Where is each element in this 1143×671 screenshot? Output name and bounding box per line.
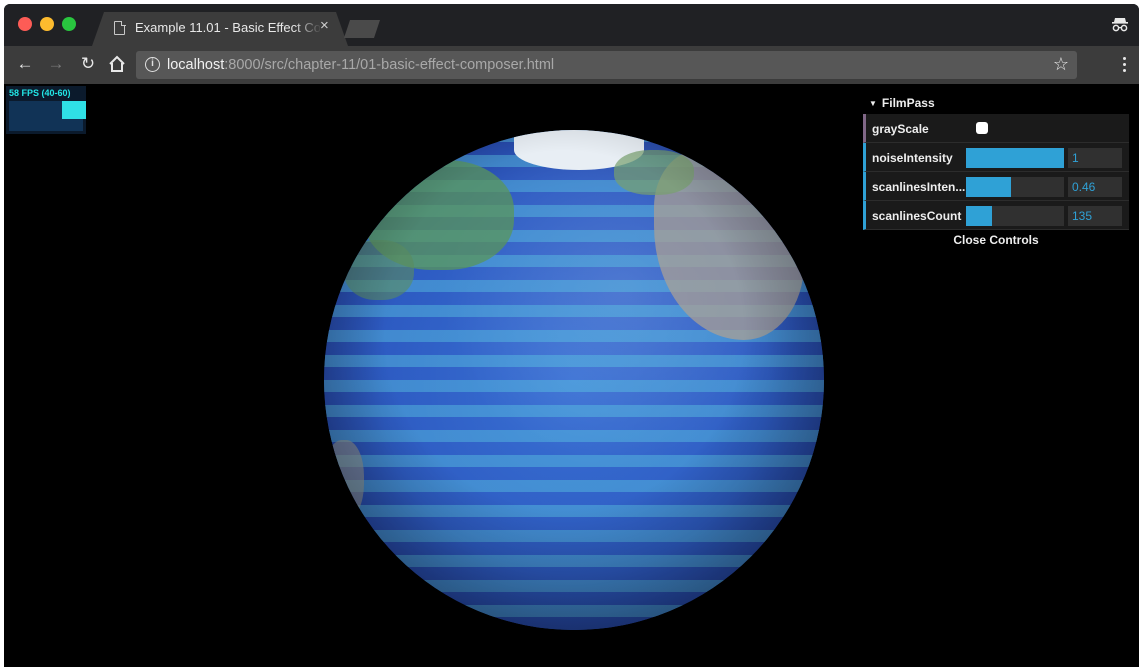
home-icon[interactable] <box>105 52 129 76</box>
back-arrow-icon[interactable]: ← <box>13 52 37 76</box>
close-controls-button[interactable]: Close Controls <box>863 230 1129 250</box>
slider-fill <box>966 177 1012 197</box>
info-icon[interactable]: i <box>145 57 160 72</box>
close-window-button[interactable] <box>18 17 32 31</box>
scanlines-intensity-input[interactable]: 0.46 <box>1068 177 1122 197</box>
url-host: localhost <box>167 57 225 73</box>
scanlines-intensity-slider[interactable] <box>966 177 1064 197</box>
menu-icon[interactable] <box>1123 57 1127 73</box>
folder-title-filmpass[interactable]: ▼ FilmPass <box>863 92 1129 114</box>
reload-icon[interactable]: ↻ <box>76 52 100 76</box>
control-noise-intensity: noiseIntensity 1 <box>863 143 1129 172</box>
tab-title[interactable]: Example 11.01 - Basic Effect Composer <box>135 20 320 35</box>
forward-arrow-icon[interactable]: → <box>44 52 68 76</box>
earth-globe <box>324 130 824 630</box>
tab-strip: Example 11.01 - Basic Effect Composer × <box>4 4 1139 46</box>
noise-intensity-input[interactable]: 1 <box>1068 148 1122 168</box>
noise-intensity-slider[interactable] <box>966 148 1064 168</box>
scanlines-count-input[interactable]: 135 <box>1068 206 1122 226</box>
minimize-window-button[interactable] <box>40 17 54 31</box>
control-grayscale: grayScale <box>863 114 1129 143</box>
slider-fill <box>966 206 993 226</box>
control-label: noiseIntensity <box>872 151 953 165</box>
fps-stats-panel[interactable]: 58 FPS (40-60) <box>6 86 86 134</box>
folder-title-label: FilmPass <box>881 96 935 110</box>
tab-title-fade <box>294 16 322 38</box>
webgl-canvas[interactable]: 58 FPS (40-60) ▼ FilmPass grayScale nois… <box>4 84 1139 667</box>
dat-gui-panel: ▼ FilmPass grayScale noiseIntensity 1 sca… <box>863 92 1129 250</box>
grayscale-checkbox[interactable] <box>976 122 988 134</box>
triangle-down-icon: ▼ <box>869 99 877 108</box>
url-text[interactable]: localhost:8000/src/chapter-11/01-basic-e… <box>167 57 554 73</box>
tab-close-icon[interactable]: × <box>320 18 329 34</box>
control-scanlines-intensity: scanlinesInten... 0.46 <box>863 172 1129 201</box>
control-label: scanlinesCount <box>872 209 962 223</box>
incognito-icon[interactable] <box>1111 15 1129 33</box>
slider-fill <box>966 148 1064 168</box>
scanlines-count-slider[interactable] <box>966 206 1064 226</box>
fps-label: 58 FPS (40-60) <box>9 88 71 98</box>
control-label: grayScale <box>872 122 929 136</box>
browser-toolbar: ← → ↻ i localhost:8000/src/chapter-11/01… <box>4 46 1139 84</box>
star-icon[interactable]: ☆ <box>1053 54 1069 75</box>
control-scanlines-count: scanlinesCount 135 <box>863 201 1129 230</box>
control-label: scanlinesInten... <box>872 180 966 194</box>
address-bar[interactable]: i localhost:8000/src/chapter-11/01-basic… <box>136 51 1077 79</box>
new-tab-button[interactable] <box>344 20 380 38</box>
browser-window: Example 11.01 - Basic Effect Composer × … <box>4 4 1139 667</box>
url-path: :8000/src/chapter-11/01-basic-effect-com… <box>224 57 555 73</box>
document-icon <box>114 20 126 35</box>
fps-graph-bar <box>62 101 86 119</box>
maximize-window-button[interactable] <box>62 17 76 31</box>
globe-shadow <box>324 130 824 630</box>
